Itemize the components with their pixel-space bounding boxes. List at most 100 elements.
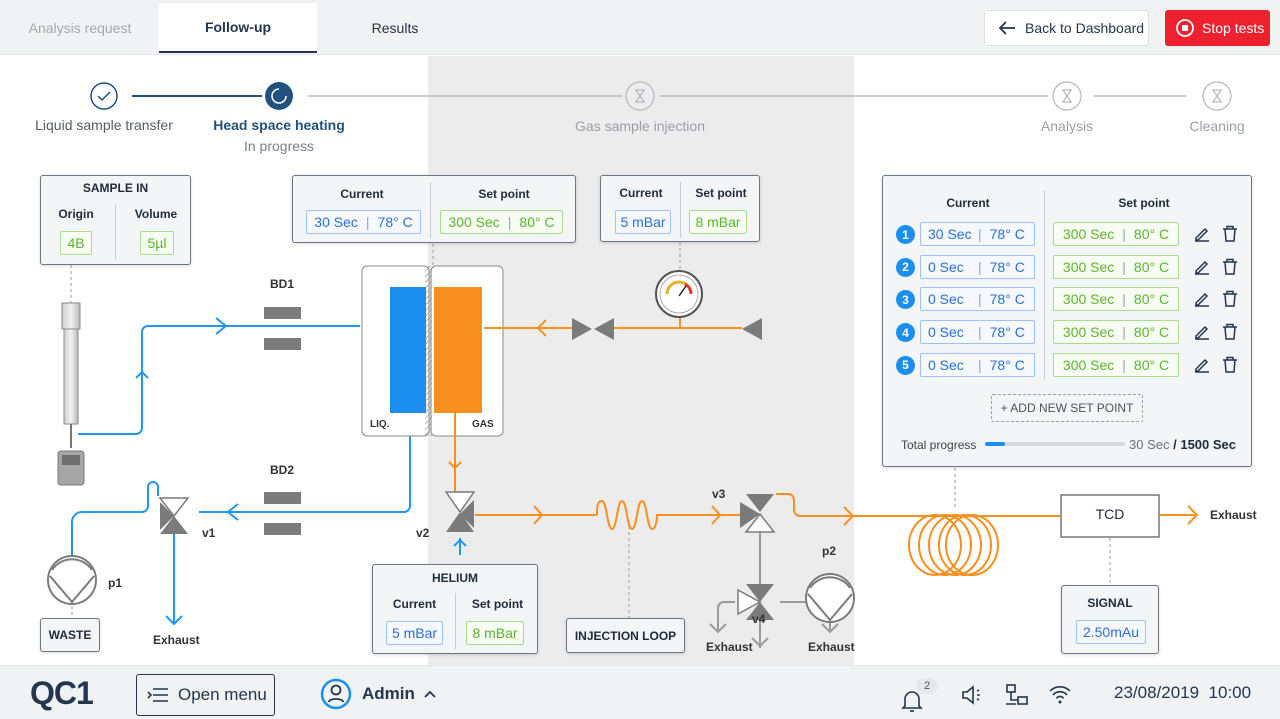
heating-setpoint-label: Set point <box>478 187 530 201</box>
edit-icon[interactable] <box>1193 323 1211 341</box>
v3-label: v3 <box>712 487 726 501</box>
sample-in-panel: SAMPLE IN Origin Volume 4B 5µl <box>40 175 191 265</box>
pump-icon <box>805 573 855 623</box>
wifi-icon[interactable] <box>1048 684 1072 704</box>
exhaust-label: Exhaust <box>153 633 200 647</box>
set-point-target-value: 300 Sec | 80° C <box>1053 254 1179 279</box>
volume-label: Volume <box>134 207 178 221</box>
trash-icon[interactable] <box>1222 323 1238 341</box>
helium-setpoint-value: 8 mBar <box>466 621 524 645</box>
hourglass-icon <box>625 81 655 111</box>
waste-label: WASTE <box>48 628 92 642</box>
exhaust-label: Exhaust <box>706 640 753 654</box>
set-point-target-value: 300 Sec | 80° C <box>1053 222 1179 246</box>
speaker-icon[interactable] <box>960 684 984 706</box>
heating-current-value: 30 Sec | 78° C <box>306 210 421 234</box>
qc1-logo: QC1 <box>30 675 94 711</box>
exhaust-label: Exhaust <box>808 640 855 654</box>
pressure-panel: Current Set point 5 mBar 8 mBar <box>600 175 760 242</box>
edit-icon[interactable] <box>1193 258 1211 276</box>
pressure-setpoint-value: 8 mBar <box>689 210 747 234</box>
trash-icon[interactable] <box>1222 290 1238 308</box>
heat-exchanger <box>361 265 504 437</box>
origin-label: Origin <box>58 207 94 221</box>
heating-current-label: Current <box>340 187 384 201</box>
set-point-number: 1 <box>896 225 915 244</box>
bd1-label: BD1 <box>270 277 295 291</box>
add-set-point-button[interactable]: + ADD NEW SET POINT <box>991 394 1143 422</box>
set-point-current-value: 0 Sec | 78° C <box>920 320 1035 345</box>
hourglass-icon <box>1052 81 1082 111</box>
set-point-target-value: 300 Sec | 80° C <box>1053 320 1179 345</box>
signal-value: 2.50mAu <box>1076 620 1146 644</box>
syringe-icon <box>57 302 85 486</box>
heating-panel: Current Set point 30 Sec | 78° C 300 Sec | 8… <box>292 175 576 243</box>
setpoints-setpoint-label: Set point <box>1118 196 1170 210</box>
bd2-label: BD2 <box>270 463 295 477</box>
signal-title: SIGNAL <box>1087 596 1133 610</box>
edit-icon[interactable] <box>1193 225 1211 243</box>
step-status: In progress <box>243 138 315 154</box>
injection-loop-label: INJECTION LOOP <box>574 628 677 643</box>
set-point-target-value: 300 Sec | 80° C <box>1053 287 1179 312</box>
trash-icon[interactable] <box>1222 356 1238 374</box>
injection-loop-panel: INJECTION LOOP <box>566 618 685 653</box>
set-point-number: 4 <box>896 323 915 343</box>
date-time: 23/08/2019 10:00 <box>1114 683 1252 702</box>
pressure-gauge-icon <box>655 270 703 328</box>
user-name: Admin <box>362 684 415 703</box>
helium-current-value: 5 mBar <box>386 621 443 645</box>
open-menu-label: Open menu <box>178 685 267 704</box>
signal-panel: SIGNAL 2.50mAu <box>1061 585 1159 654</box>
liq-label: LIQ. <box>370 419 390 430</box>
menu-icon <box>147 688 168 702</box>
helium-title: HELIUM <box>432 571 478 585</box>
step-label-liquid-transfer: Liquid sample transfer <box>35 117 173 133</box>
v2-label: v2 <box>416 526 430 540</box>
edit-icon[interactable] <box>1193 356 1211 374</box>
heating-setpoint-value: 300 Sec | 80° C <box>440 210 563 234</box>
trash-icon[interactable] <box>1222 258 1238 276</box>
step-done-icon <box>90 82 118 110</box>
total-progress-label: Total progress <box>901 438 977 452</box>
step-label-head-space-heating: Head space heating <box>213 117 345 133</box>
set-point-number: 2 <box>896 257 915 277</box>
set-point-current-value: 0 Sec | 78° C <box>920 352 1035 377</box>
set-point-current-value: 0 Sec | 78° C <box>920 287 1035 312</box>
step-label-analysis: Analysis <box>1040 118 1094 134</box>
set-point-current-value: 30 Sec | 78° C <box>920 222 1035 246</box>
edit-icon[interactable] <box>1193 290 1211 308</box>
step-label-gas-injection: Gas sample injection <box>575 118 705 134</box>
helium-current-label: Current <box>392 597 437 611</box>
v4-label: v4 <box>752 612 766 626</box>
hourglass-icon <box>1202 81 1232 111</box>
set-point-number: 5 <box>896 355 915 375</box>
p2-label: p2 <box>822 544 837 558</box>
progress-text: 30 Sec / 1500 Sec <box>1129 437 1236 452</box>
set-point-target-value: 300 Sec | 80° C <box>1053 352 1179 377</box>
user-menu[interactable]: Admin <box>320 678 437 710</box>
pressure-current-value: 5 mBar <box>615 210 671 234</box>
pressure-setpoint-label: Set point <box>695 186 747 200</box>
step-label-cleaning: Cleaning <box>1189 118 1245 134</box>
trash-icon[interactable] <box>1222 225 1238 243</box>
pressure-current-label: Current <box>619 186 663 200</box>
helium-panel: HELIUM Current Set point 5 mBar 8 mBar <box>372 564 538 654</box>
set-point-current-value: 0 Sec | 78° C <box>920 254 1035 279</box>
p1-label: p1 <box>108 576 123 590</box>
exhaust-label: Exhaust <box>1210 508 1257 522</box>
gas-label: GAS <box>472 419 494 430</box>
volume-value: 5µl <box>140 231 174 255</box>
notifications-button[interactable]: 2 <box>900 674 938 714</box>
v1-label: v1 <box>202 526 216 540</box>
pump-icon <box>47 555 97 605</box>
network-icon[interactable] <box>1004 683 1030 707</box>
step-active-icon <box>265 82 293 110</box>
notification-count: 2 <box>916 678 938 694</box>
progress-fill <box>985 442 1005 446</box>
sample-in-title: SAMPLE IN <box>82 181 149 195</box>
tcd-label: TCD <box>1095 506 1125 522</box>
progress-bar <box>985 442 1125 446</box>
open-menu-button[interactable]: Open menu <box>136 674 275 716</box>
bd-blocks <box>264 307 301 535</box>
